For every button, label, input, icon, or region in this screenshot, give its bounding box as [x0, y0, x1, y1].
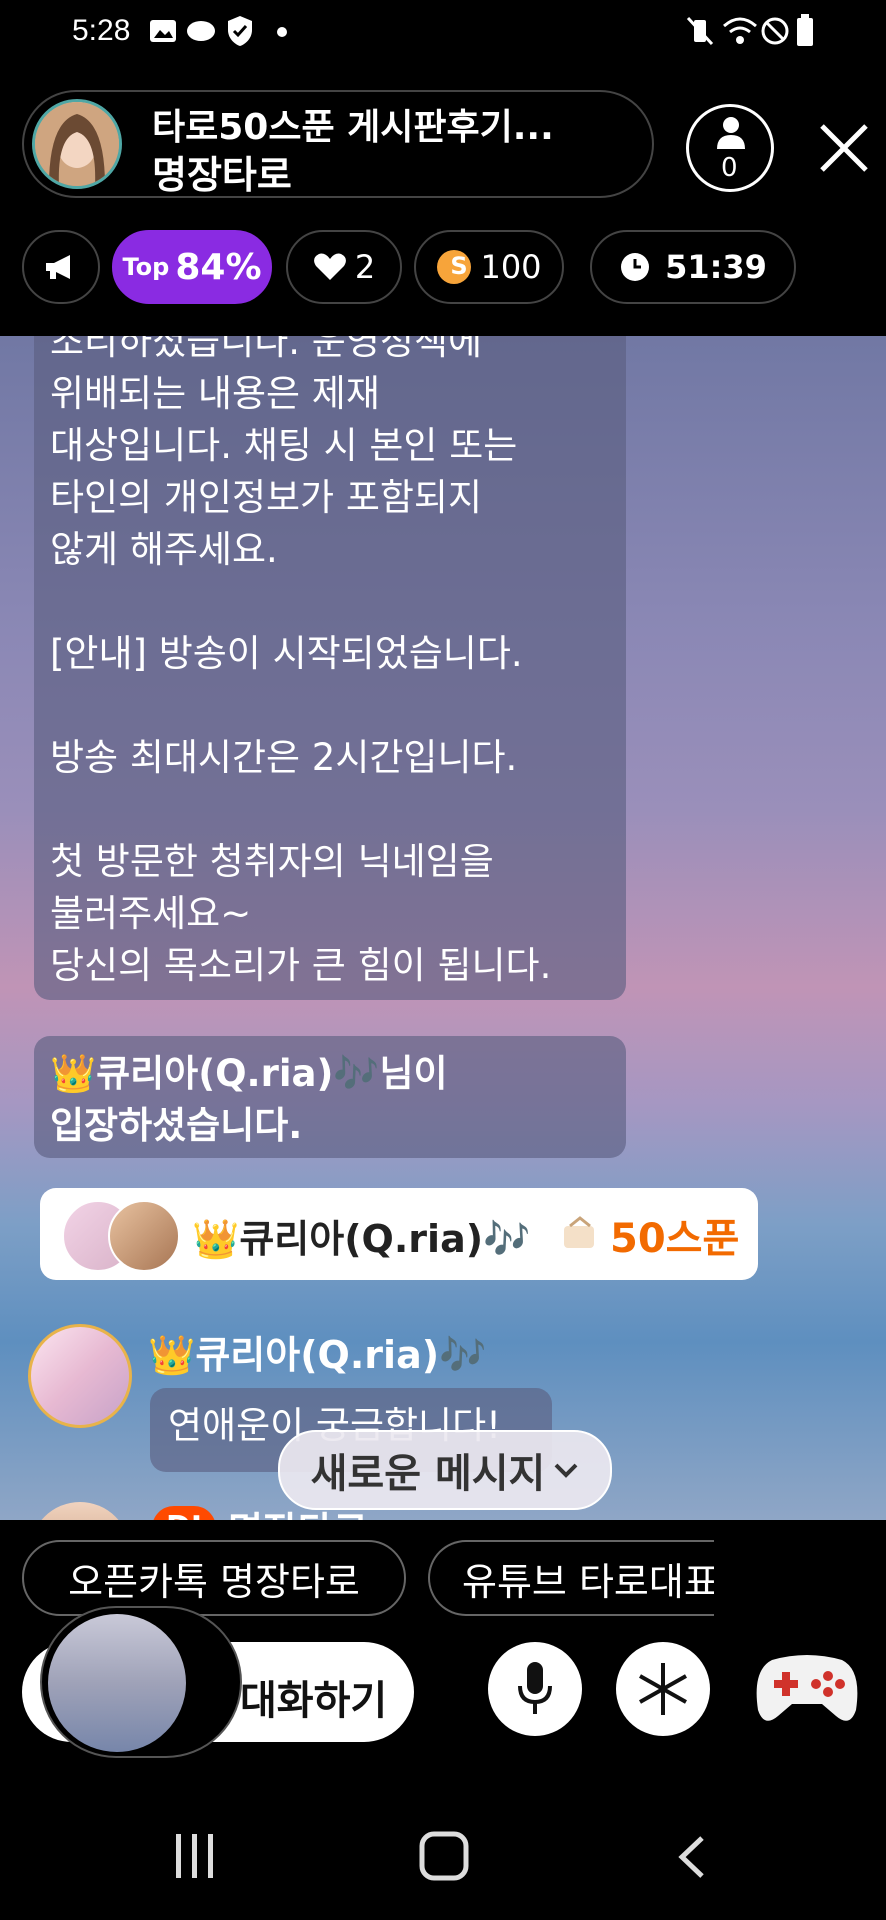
message-user-name[interactable]: 👑큐리아(Q.ria)🎶 [148, 1324, 486, 1379]
listeners-button[interactable]: 0 [686, 104, 774, 192]
clock-icon [621, 253, 650, 281]
join-message-text: 👑큐리아(Q.ria)🎶님이 입장하셨습니다. [50, 1052, 448, 1147]
host-name: 명장타로 [152, 153, 292, 197]
dot-icon [277, 27, 287, 37]
likes-chip[interactable]: 2 [286, 230, 402, 304]
gift-receiver-avatar [108, 1200, 180, 1272]
shield-check-icon [228, 16, 252, 46]
back-icon[interactable] [676, 1834, 708, 1880]
game-controller-icon[interactable] [752, 1650, 862, 1730]
dj-badge: DJ [152, 1506, 216, 1520]
room-info-pill[interactable]: 타로50스푼 게시판후기... 명장타로 [22, 90, 654, 198]
heart-icon [313, 253, 346, 280]
spoon-gift-icon [564, 1216, 594, 1248]
spoons-chip[interactable]: S 100 [414, 230, 564, 304]
wifi-icon [723, 17, 757, 44]
status-time: 5:28 [72, 14, 131, 47]
spoon-app-icon [187, 21, 215, 41]
close-icon[interactable] [816, 120, 872, 176]
top-rank-badge[interactable]: Top 84% [112, 230, 272, 304]
listener-count: 0 [721, 153, 738, 183]
room-title: 타로50스푼 게시판후기... [152, 107, 554, 148]
gift-amount: 50스푼 [610, 1216, 740, 1262]
mic-button[interactable] [488, 1642, 582, 1736]
system-notice-text: 조리하셨습니다. 운영정책에 위배되는 내용은 제재 대상입니다. 채팅 시 본… [50, 336, 552, 987]
vibrate-mute-icon [686, 16, 714, 46]
system-nav-bar [0, 1800, 886, 1920]
freeze-button[interactable] [616, 1642, 710, 1736]
recent-apps-icon[interactable] [172, 1834, 220, 1880]
battery-icon [797, 14, 813, 46]
message-user-avatar[interactable] [28, 1324, 132, 1428]
snowflake-icon [639, 1663, 687, 1715]
person-icon [717, 117, 745, 149]
spoons-count: 100 [480, 248, 542, 286]
new-message-label: 새로운 메시지 [310, 1451, 546, 1497]
status-bar: 5:28 [0, 0, 886, 70]
host-avatar[interactable] [32, 99, 122, 189]
microphone-icon [518, 1662, 552, 1714]
likes-count: 2 [354, 248, 376, 286]
youtube-link-label: 유튜브 타로대표 [462, 1559, 714, 1604]
top-value: 84% [175, 246, 262, 288]
gift-card[interactable]: 👑큐리아(Q.ria)🎶 50스푼 [40, 1188, 758, 1280]
chat-input-label: 대화하기 [240, 1678, 388, 1724]
chat-area[interactable]: 조리하셨습니다. 운영정책에 위배되는 내용은 제재 대상입니다. 채팅 시 본… [0, 336, 886, 1520]
broadcast-timer: 51:39 [590, 230, 796, 304]
chevron-down-icon [554, 1463, 578, 1478]
host-avatar-image [35, 102, 119, 186]
system-notice-bubble: 조리하셨습니다. 운영정책에 위배되는 내용은 제재 대상입니다. 채팅 시 본… [34, 336, 626, 1000]
gift-sender-name: 👑큐리아(Q.ria)🎶 [192, 1217, 531, 1261]
top-prefix: Top [122, 253, 170, 281]
megaphone-icon [46, 255, 70, 279]
youtube-link-chip[interactable]: 유튜브 타로대표 [428, 1540, 714, 1616]
image-icon [150, 20, 176, 42]
mini-player[interactable] [40, 1606, 242, 1758]
new-message-button[interactable]: 새로운 메시지 [278, 1430, 612, 1510]
timer-value: 51:39 [665, 248, 767, 286]
do-not-disturb-icon [761, 17, 789, 45]
announcement-button[interactable] [22, 230, 100, 304]
home-icon[interactable] [418, 1830, 470, 1882]
join-message-bubble: 👑큐리아(Q.ria)🎶님이 입장하셨습니다. [34, 1036, 626, 1158]
spoon-coin-symbol: S [450, 252, 468, 280]
kakao-link-label: 오픈카톡 명장타로 [68, 1559, 360, 1604]
kakao-link-chip[interactable]: 오픈카톡 명장타로 [22, 1540, 406, 1616]
mini-player-preview [48, 1614, 186, 1752]
dj-avatar[interactable] [30, 1502, 130, 1520]
